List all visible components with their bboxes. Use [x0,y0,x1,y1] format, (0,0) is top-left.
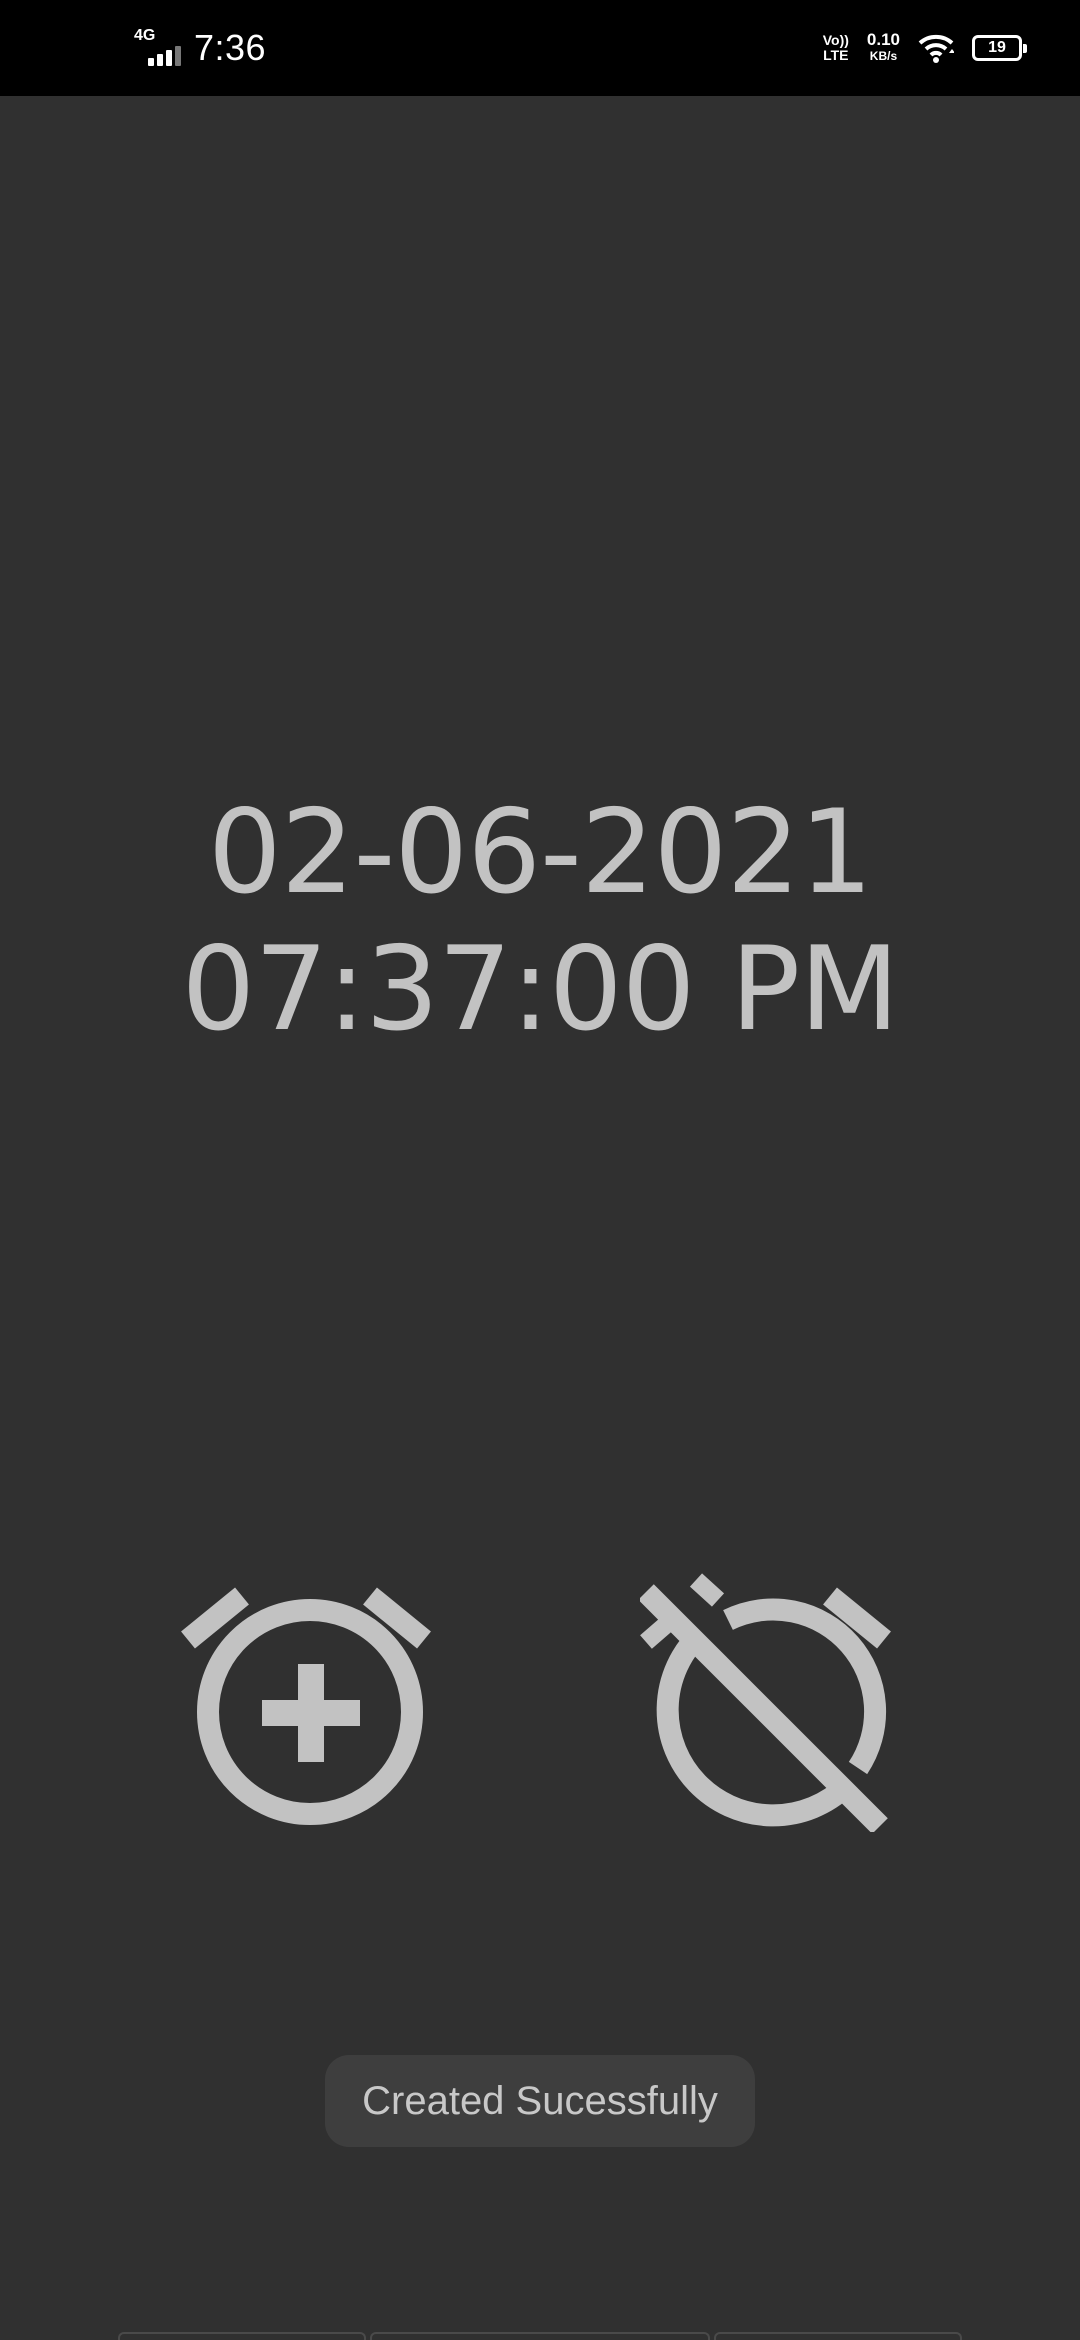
status-bar-left: 4G 7:36 [134,0,266,96]
battery-icon: 19 [972,35,1027,61]
status-bar-right: Vo)) LTE 0.10 KB/s 19 [823,0,1027,96]
signal-bars [148,46,181,66]
gesture-hint-right [714,2332,962,2340]
gesture-hint-left [118,2332,366,2340]
network-type-label: 4G [134,27,156,44]
battery-level: 19 [988,39,1006,56]
alarm-add-icon [181,1587,431,1825]
cancel-alarm-button[interactable] [638,1572,900,1834]
network-speed-value: 0.10 [866,30,900,49]
volte-top-label: Vo)) [822,32,849,48]
wifi-icon [918,33,954,63]
gesture-hint-center [370,2332,710,2340]
alarm-time: 07:37:00 PM [181,922,900,1057]
signal-icon: 4G [134,28,182,68]
network-speed-unit: KB/s [869,49,898,63]
network-speed: 0.10 KB/s [866,30,900,64]
volte-indicator: Vo)) LTE [823,33,849,63]
toast-message: Created Sucessfully [325,2055,755,2147]
alarm-screen: 4G 7:36 Vo)) LTE 0.10 KB/s 19 02-06-2021… [0,0,1080,2340]
add-alarm-button[interactable] [180,1572,440,1832]
status-time: 7:36 [194,27,267,68]
alarm-date: 02-06-2021 [207,785,873,920]
alarm-off-icon [638,1573,891,1834]
volte-bottom-label: LTE [823,47,849,63]
status-bar: 4G 7:36 Vo)) LTE 0.10 KB/s 19 [0,0,1080,96]
